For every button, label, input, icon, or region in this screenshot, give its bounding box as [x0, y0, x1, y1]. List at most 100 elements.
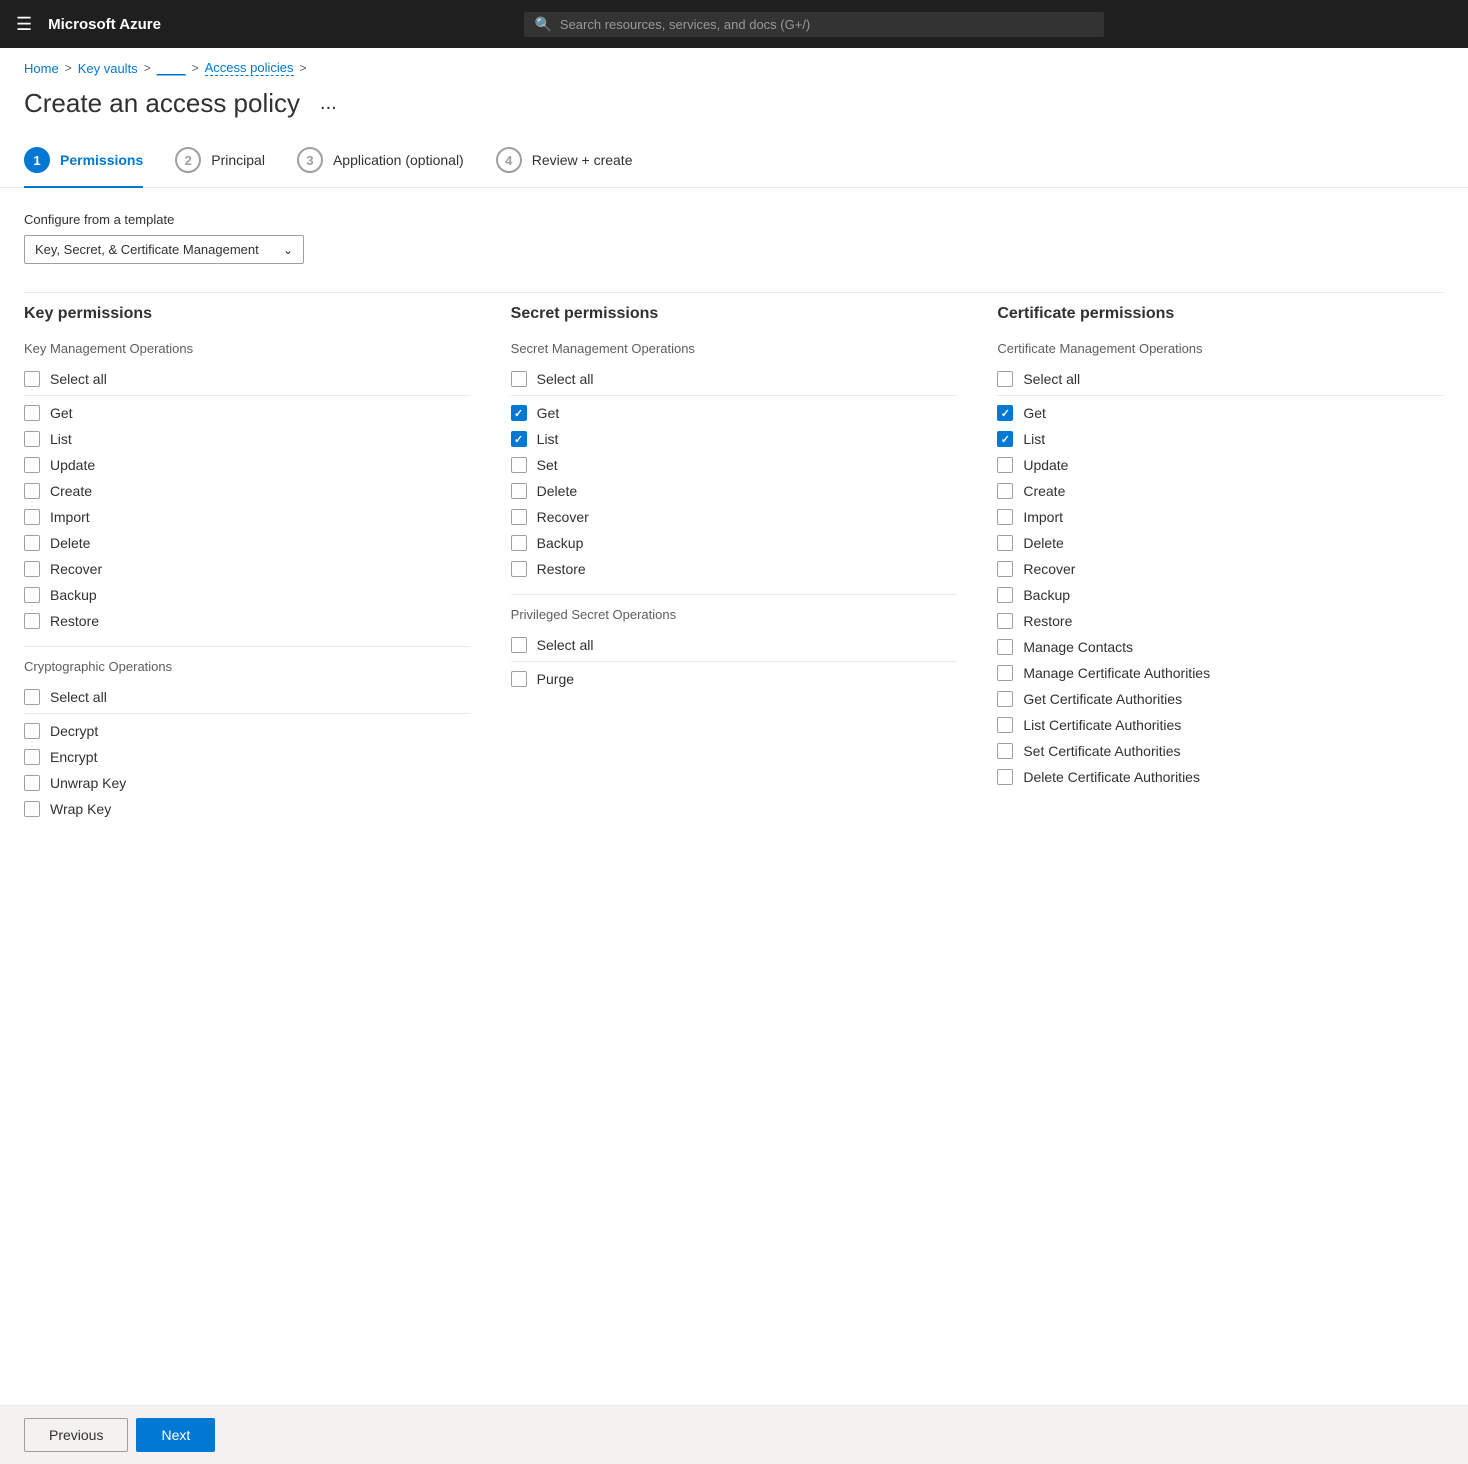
cert-manage-contacts[interactable]: Manage Contacts	[997, 634, 1444, 660]
cert-manage-ca[interactable]: Manage Certificate Authorities	[997, 660, 1444, 686]
secret-priv-select-all-cb[interactable]	[511, 637, 527, 653]
key-create-cb[interactable]	[24, 483, 40, 499]
wizard-step-principal[interactable]: 2 Principal	[175, 147, 265, 187]
search-bar: 🔍	[524, 12, 1104, 37]
cert-permissions-heading: Certificate permissions	[997, 305, 1444, 323]
key-backup[interactable]: Backup	[24, 582, 471, 608]
cert-get-ca-cb[interactable]	[997, 691, 1013, 707]
secret-set[interactable]: Set	[511, 452, 958, 478]
cert-manage-ca-label: Manage Certificate Authorities	[1023, 665, 1210, 681]
key-update-cb[interactable]	[24, 457, 40, 473]
cert-manage-contacts-cb[interactable]	[997, 639, 1013, 655]
cert-delete-ca[interactable]: Delete Certificate Authorities	[997, 764, 1444, 790]
cert-list-ca-cb[interactable]	[997, 717, 1013, 733]
key-backup-label: Backup	[50, 587, 97, 603]
secret-restore[interactable]: Restore	[511, 556, 958, 582]
cert-recover[interactable]: Recover	[997, 556, 1444, 582]
key-decrypt-cb[interactable]	[24, 723, 40, 739]
cert-delete[interactable]: Delete	[997, 530, 1444, 556]
key-import-cb[interactable]	[24, 509, 40, 525]
cert-get-cb[interactable]	[997, 405, 1013, 421]
cert-delete-ca-cb[interactable]	[997, 769, 1013, 785]
key-decrypt[interactable]: Decrypt	[24, 718, 471, 744]
cert-list-ca[interactable]: List Certificate Authorities	[997, 712, 1444, 738]
secret-list-cb[interactable]	[511, 431, 527, 447]
cert-set-ca-cb[interactable]	[997, 743, 1013, 759]
secret-recover[interactable]: Recover	[511, 504, 958, 530]
key-restore[interactable]: Restore	[24, 608, 471, 634]
breadcrumb-vault[interactable]: ____	[157, 61, 186, 76]
cert-import[interactable]: Import	[997, 504, 1444, 530]
key-create[interactable]: Create	[24, 478, 471, 504]
secret-get[interactable]: Get	[511, 400, 958, 426]
secret-delete[interactable]: Delete	[511, 478, 958, 504]
cert-backup-cb[interactable]	[997, 587, 1013, 603]
secret-get-cb[interactable]	[511, 405, 527, 421]
cert-delete-cb[interactable]	[997, 535, 1013, 551]
cert-get[interactable]: Get	[997, 400, 1444, 426]
secret-select-all[interactable]: Select all	[511, 366, 958, 396]
secret-delete-cb[interactable]	[511, 483, 527, 499]
cert-get-ca[interactable]: Get Certificate Authorities	[997, 686, 1444, 712]
key-encrypt[interactable]: Encrypt	[24, 744, 471, 770]
cert-select-all-cb[interactable]	[997, 371, 1013, 387]
key-crypto-select-all[interactable]: Select all	[24, 684, 471, 714]
wizard-step-review[interactable]: 4 Review + create	[496, 147, 633, 187]
key-crypto-select-all-cb[interactable]	[24, 689, 40, 705]
secret-set-cb[interactable]	[511, 457, 527, 473]
hamburger-icon[interactable]: ☰	[16, 14, 32, 35]
cert-create[interactable]: Create	[997, 478, 1444, 504]
secret-backup[interactable]: Backup	[511, 530, 958, 556]
secret-restore-cb[interactable]	[511, 561, 527, 577]
key-delete-cb[interactable]	[24, 535, 40, 551]
key-unwrap[interactable]: Unwrap Key	[24, 770, 471, 796]
cert-list[interactable]: List	[997, 426, 1444, 452]
cert-backup[interactable]: Backup	[997, 582, 1444, 608]
wizard-step-permissions[interactable]: 1 Permissions	[24, 147, 143, 187]
breadcrumb-keyvaults[interactable]: Key vaults	[78, 61, 138, 76]
key-select-all-cb[interactable]	[24, 371, 40, 387]
cert-update[interactable]: Update	[997, 452, 1444, 478]
key-get-cb[interactable]	[24, 405, 40, 421]
cert-restore[interactable]: Restore	[997, 608, 1444, 634]
cert-recover-cb[interactable]	[997, 561, 1013, 577]
search-input[interactable]	[560, 17, 1095, 32]
secret-purge[interactable]: Purge	[511, 666, 958, 692]
secret-purge-cb[interactable]	[511, 671, 527, 687]
breadcrumb-home[interactable]: Home	[24, 61, 59, 76]
secret-backup-cb[interactable]	[511, 535, 527, 551]
key-wrap[interactable]: Wrap Key	[24, 796, 471, 822]
cert-import-cb[interactable]	[997, 509, 1013, 525]
cert-list-cb[interactable]	[997, 431, 1013, 447]
cert-create-cb[interactable]	[997, 483, 1013, 499]
wizard-step-application[interactable]: 3 Application (optional)	[297, 147, 464, 187]
key-encrypt-cb[interactable]	[24, 749, 40, 765]
secret-priv-select-all[interactable]: Select all	[511, 632, 958, 662]
key-select-all-label: Select all	[50, 371, 107, 387]
key-list[interactable]: List	[24, 426, 471, 452]
key-import[interactable]: Import	[24, 504, 471, 530]
key-delete[interactable]: Delete	[24, 530, 471, 556]
template-select[interactable]: Key, Secret, & Certificate Management ⌄	[24, 235, 304, 264]
ellipsis-button[interactable]: ...	[312, 88, 345, 119]
key-recover-cb[interactable]	[24, 561, 40, 577]
key-unwrap-cb[interactable]	[24, 775, 40, 791]
key-recover[interactable]: Recover	[24, 556, 471, 582]
key-update[interactable]: Update	[24, 452, 471, 478]
cert-restore-cb[interactable]	[997, 613, 1013, 629]
key-list-cb[interactable]	[24, 431, 40, 447]
secret-list[interactable]: List	[511, 426, 958, 452]
key-backup-cb[interactable]	[24, 587, 40, 603]
cert-select-all[interactable]: Select all	[997, 366, 1444, 396]
key-get[interactable]: Get	[24, 400, 471, 426]
cert-update-cb[interactable]	[997, 457, 1013, 473]
secret-select-all-cb[interactable]	[511, 371, 527, 387]
previous-button[interactable]: Previous	[24, 1418, 128, 1452]
next-button[interactable]: Next	[136, 1418, 215, 1452]
key-select-all[interactable]: Select all	[24, 366, 471, 396]
cert-set-ca[interactable]: Set Certificate Authorities	[997, 738, 1444, 764]
key-restore-cb[interactable]	[24, 613, 40, 629]
cert-manage-ca-cb[interactable]	[997, 665, 1013, 681]
key-wrap-cb[interactable]	[24, 801, 40, 817]
secret-recover-cb[interactable]	[511, 509, 527, 525]
